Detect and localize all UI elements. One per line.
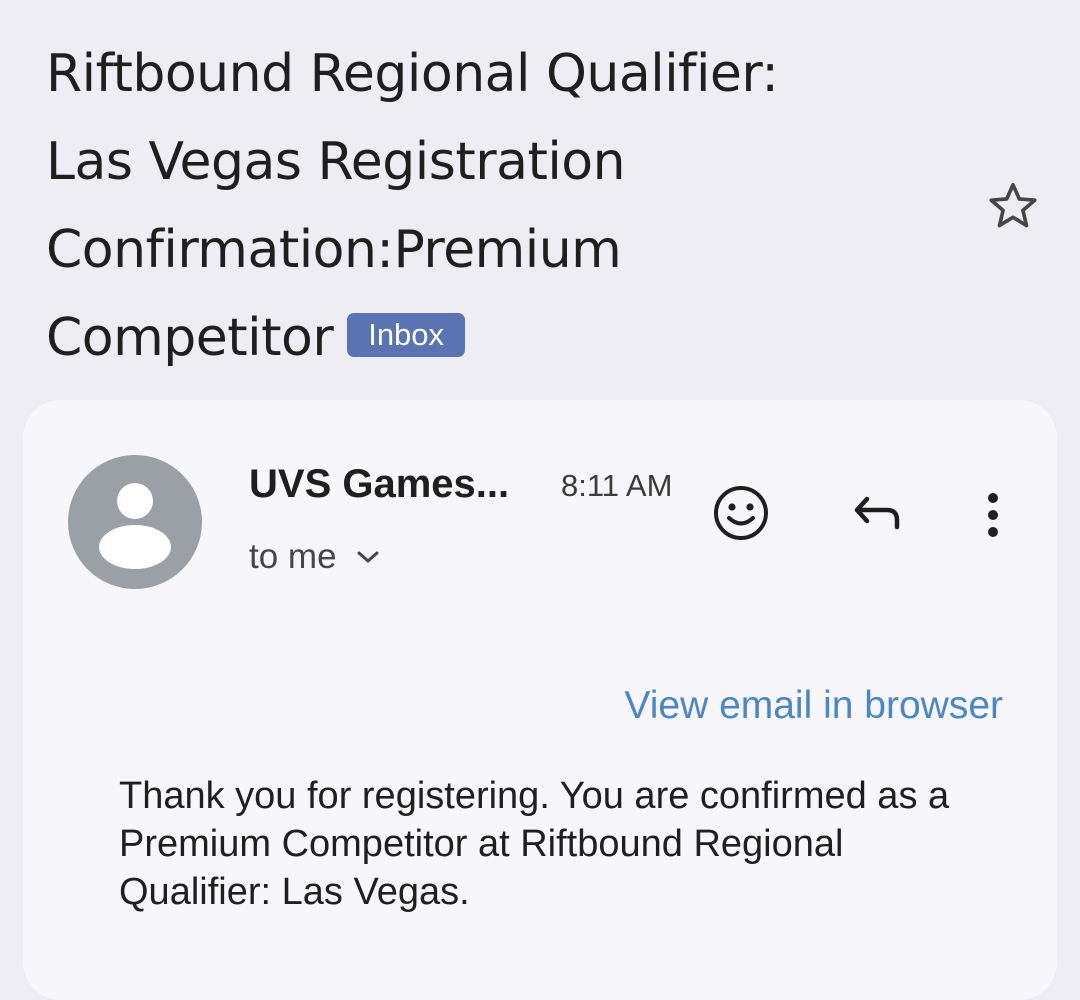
reply-button[interactable] — [842, 478, 912, 548]
email-subject: Riftbound Regional Qualifier: Las Vegas … — [46, 30, 946, 382]
more-vert-icon — [988, 493, 998, 537]
more-options-button[interactable] — [958, 478, 1028, 548]
subject-line-4: Competitor Inbox — [46, 294, 946, 382]
chevron-down-icon — [355, 548, 381, 566]
star-button[interactable] — [982, 175, 1044, 237]
subject-line-2: Las Vegas Registration — [46, 132, 626, 192]
sender-name[interactable]: UVS Games... — [249, 458, 509, 510]
recipient-text: to me — [249, 537, 337, 576]
recipient-details-toggle[interactable]: to me — [249, 534, 381, 580]
reply-icon — [854, 496, 900, 530]
star-outline-icon — [989, 182, 1037, 228]
sender-avatar[interactable] — [68, 455, 202, 589]
view-in-browser-link[interactable]: View email in browser — [624, 682, 1003, 730]
subject-line-3: Confirmation:Premium — [46, 220, 622, 280]
add-reaction-button[interactable] — [706, 478, 776, 548]
message-time: 8:11 AM — [561, 468, 673, 503]
inbox-label-badge[interactable]: Inbox — [347, 313, 466, 357]
person-icon — [99, 483, 171, 569]
emoji-reaction-icon — [714, 486, 768, 540]
subject-line-1: Riftbound Regional Qualifier: — [46, 44, 779, 104]
email-header: Riftbound Regional Qualifier: Las Vegas … — [46, 30, 946, 382]
message-body-text: Thank you for registering. You are confi… — [119, 775, 950, 913]
subject-line-4-text: Competitor — [46, 308, 334, 368]
